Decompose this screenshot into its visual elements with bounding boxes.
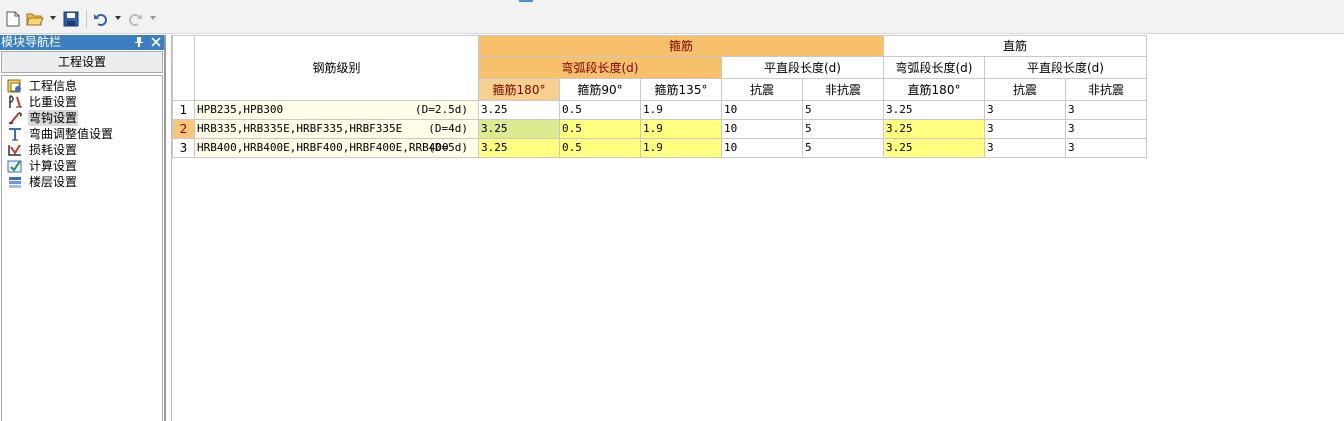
cell-z-seismic[interactable]: 3 — [985, 101, 1066, 120]
cell-z-nonseismic[interactable]: 3 — [1066, 101, 1147, 120]
header-stirrup-flat: 平直段长度(d) — [722, 57, 884, 79]
header-straight-arc: 弯弧段长度(d) — [884, 57, 985, 79]
col-header-z-nonseismic[interactable]: 非抗震 — [1066, 79, 1147, 101]
cell-z180[interactable]: 3.25 — [884, 101, 985, 120]
col-header-s90[interactable]: 箍筋90° — [560, 79, 641, 101]
cell-s180-active[interactable]: 3.25 — [479, 120, 560, 139]
row-number-selected[interactable]: 2 — [172, 120, 195, 139]
redo-icon[interactable] — [126, 10, 144, 28]
cell-seismic[interactable]: 10 — [722, 120, 803, 139]
undo-icon[interactable] — [92, 10, 110, 28]
nav-item-floor[interactable]: 楼层设置 — [7, 174, 157, 190]
new-icon[interactable] — [4, 10, 22, 28]
cell-s180[interactable]: 3.25 — [479, 139, 560, 158]
grade-cell[interactable]: HRB400,HRB400E,HRBF400,HRBF400E,RRB400 (D… — [195, 139, 479, 158]
open-dropdown-icon[interactable] — [49, 14, 57, 22]
cell-nonseismic[interactable]: 5 — [803, 101, 884, 120]
module-navigator: 模块导航栏 工程设置 工程信息 比重设置 弯钩设置 弯曲调整值设置 损耗设置 计… — [0, 35, 166, 421]
toolbar-separator — [86, 10, 87, 28]
toolbar — [0, 0, 1344, 34]
grade-cell[interactable]: HRB335,HRB335E,HRBF335,HRBF335E (D=4d) — [195, 120, 479, 139]
redo-dropdown-icon[interactable] — [149, 14, 157, 22]
nav-item-weight[interactable]: 比重设置 — [7, 94, 157, 110]
cell-s135[interactable]: 1.9 — [641, 139, 722, 158]
cell-nonseismic[interactable]: 5 — [803, 120, 884, 139]
nav-item-bend-adjust[interactable]: 弯曲调整值设置 — [7, 126, 157, 142]
cell-s135[interactable]: 1.9 — [641, 120, 722, 139]
calc-settings-icon — [7, 158, 23, 174]
nav-list: 工程信息 比重设置 弯钩设置 弯曲调整值设置 损耗设置 计算设置 楼层设置 — [1, 75, 163, 421]
col-header-seismic[interactable]: 抗震 — [722, 79, 803, 101]
cell-z-seismic[interactable]: 3 — [985, 120, 1066, 139]
grade-cell[interactable]: HPB235,HPB300 (D=2.5d) — [195, 101, 479, 120]
cell-z180[interactable]: 3.25 — [884, 139, 985, 158]
header-stirrup-arc: 弯弧段长度(d) — [479, 57, 722, 79]
cell-seismic[interactable]: 10 — [722, 139, 803, 158]
loss-icon — [7, 142, 23, 158]
nav-item-project-info[interactable]: 工程信息 — [7, 78, 157, 94]
header-straight: 直筋 — [884, 35, 1147, 57]
project-info-icon — [7, 78, 23, 94]
cell-s90[interactable]: 0.5 — [560, 101, 641, 120]
col-header-z180[interactable]: 直筋180° — [884, 79, 985, 101]
cell-s90[interactable]: 0.5 — [560, 120, 641, 139]
grid-corner — [172, 35, 195, 101]
nav-item-hook[interactable]: 弯钩设置 — [7, 110, 157, 126]
bend-adjust-icon — [7, 126, 23, 142]
main-content: 钢筋级别 箍筋 直筋 弯弧段长度(d) 平直段长度(d) 弯弧段长度(d) 平直… — [168, 35, 1344, 421]
header-grade: 钢筋级别 — [195, 35, 479, 101]
row-number[interactable]: 1 — [172, 101, 195, 120]
open-icon[interactable] — [26, 10, 44, 28]
cell-s180[interactable]: 3.25 — [479, 101, 560, 120]
cell-s135[interactable]: 1.9 — [641, 101, 722, 120]
row-number[interactable]: 3 — [172, 139, 195, 158]
weight-ratio-icon — [7, 94, 23, 110]
app-window: 模块导航栏 工程设置 工程信息 比重设置 弯钩设置 弯曲调整值设置 损耗设置 计… — [0, 0, 1344, 421]
cell-z-seismic[interactable]: 3 — [985, 139, 1066, 158]
col-header-nonseismic[interactable]: 非抗震 — [803, 79, 884, 101]
col-header-z-seismic[interactable]: 抗震 — [985, 79, 1066, 101]
title-accent — [519, 0, 533, 2]
close-icon[interactable] — [150, 36, 162, 48]
cell-z180[interactable]: 3.25 — [884, 120, 985, 139]
cell-z-nonseismic[interactable]: 3 — [1066, 139, 1147, 158]
undo-dropdown-icon[interactable] — [114, 14, 122, 22]
hook-icon — [7, 110, 23, 126]
header-straight-flat: 平直段长度(d) — [985, 57, 1147, 79]
cell-s90[interactable]: 0.5 — [560, 139, 641, 158]
col-header-s135[interactable]: 箍筋135° — [641, 79, 722, 101]
col-header-s180[interactable]: 箍筋180° — [479, 79, 560, 101]
nav-item-calc[interactable]: 计算设置 — [7, 158, 157, 174]
cell-nonseismic[interactable]: 5 — [803, 139, 884, 158]
pin-icon[interactable] — [134, 36, 144, 48]
cell-seismic[interactable]: 10 — [722, 101, 803, 120]
header-stirrup: 箍筋 — [479, 35, 884, 57]
floor-settings-icon — [7, 174, 23, 190]
cell-z-nonseismic[interactable]: 3 — [1066, 120, 1147, 139]
nav-item-loss[interactable]: 损耗设置 — [7, 142, 157, 158]
save-icon[interactable] — [62, 10, 80, 28]
nav-group-project-settings[interactable]: 工程设置 — [1, 51, 163, 73]
